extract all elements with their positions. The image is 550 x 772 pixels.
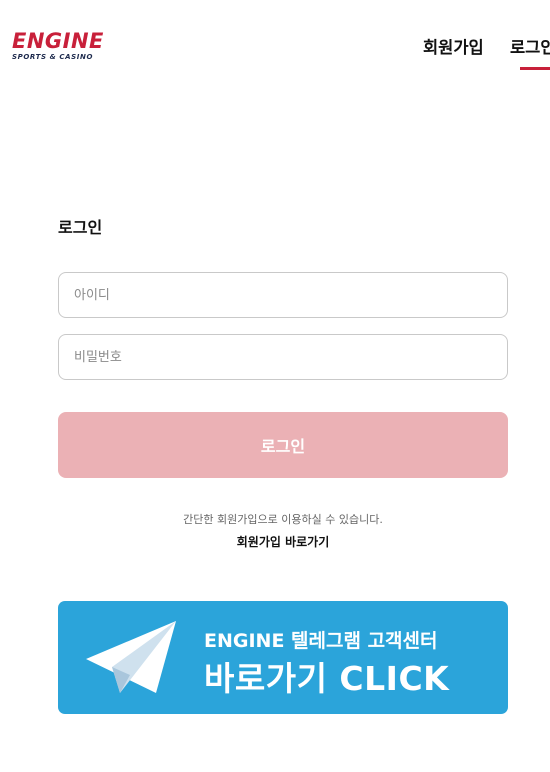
telegram-plane-icon [86,621,176,693]
password-input[interactable] [58,334,508,380]
nav-signup-link[interactable]: 회원가입 [423,34,484,58]
username-input[interactable] [58,272,508,318]
banner-title: ENGINE 텔레그램 고객센터 [204,630,438,652]
nav-login-link[interactable]: 로그인 [510,34,550,58]
banner-cta: 바로가기 CLICK [204,659,450,698]
page-title: 로그인 [58,218,103,237]
signup-shortcut-link[interactable]: 회원가입 바로가기 [58,533,508,550]
brand-name: ENGINE [12,29,104,53]
telegram-support-banner[interactable]: ENGINE 텔레그램 고객센터 바로가기 CLICK [58,601,508,714]
top-nav: 회원가입 로그인 [423,34,550,74]
signup-hint-text: 간단한 회원가입으로 이용하실 수 있습니다. [183,513,383,526]
active-tab-indicator [520,67,550,70]
login-button[interactable]: 로그인 [58,412,508,478]
brand-logo[interactable]: ENGINE SPORTS & CASINO [12,30,112,64]
brand-tagline: SPORTS & CASINO [12,53,94,61]
